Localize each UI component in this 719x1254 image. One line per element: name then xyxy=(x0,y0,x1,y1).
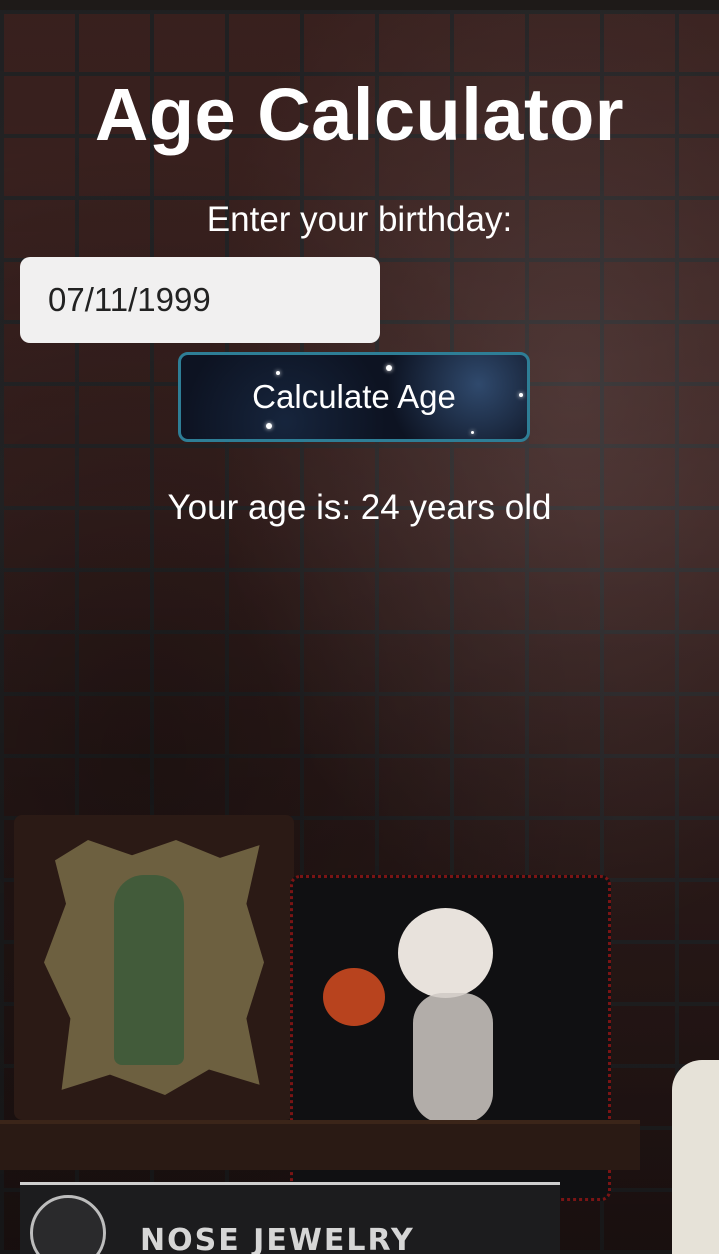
age-result-text: Your age is: 24 years old xyxy=(167,488,552,527)
calculate-age-button-label: Calculate Age xyxy=(252,378,456,415)
app-screen: NOSE JEWELRY Age Calculator Enter your b… xyxy=(0,0,719,1254)
age-calculator-form: Age Calculator Enter your birthday: Calc… xyxy=(0,0,719,1254)
calculate-age-button[interactable]: Calculate Age xyxy=(178,352,530,442)
star-decoration xyxy=(386,365,392,371)
star-decoration xyxy=(266,423,272,429)
star-decoration xyxy=(471,431,474,434)
birthday-prompt-label: Enter your birthday: xyxy=(206,200,513,239)
birthday-input[interactable] xyxy=(20,257,380,343)
page-title: Age Calculator xyxy=(94,73,625,156)
star-decoration xyxy=(519,393,523,397)
star-decoration xyxy=(276,371,280,375)
